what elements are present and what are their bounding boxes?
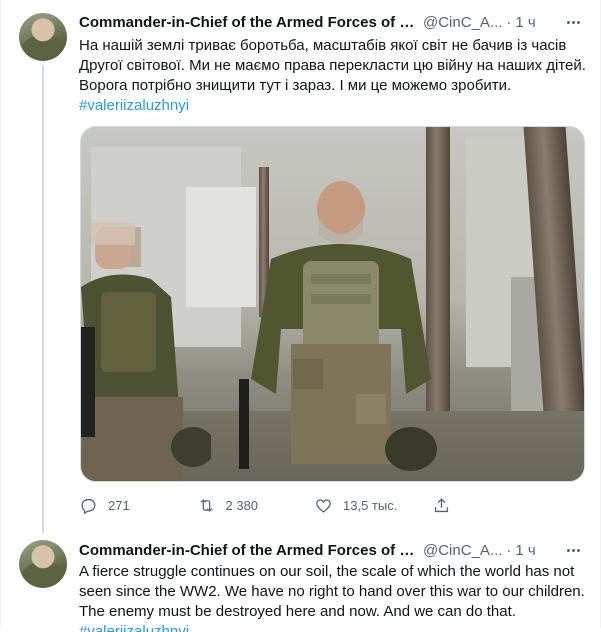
like-button[interactable]: 13,5 тыс. (314, 496, 432, 515)
avatar[interactable] (19, 13, 67, 61)
soldier-center (239, 181, 437, 471)
more-icon[interactable] (561, 10, 585, 34)
retweet-button[interactable]: 2 380 (197, 496, 315, 515)
share-icon (434, 497, 448, 512)
author-handle[interactable]: @CinC_A... (423, 542, 502, 559)
tweet[interactable]: Commander-in-Chief of the Armed Forces o… (1, 530, 601, 632)
timeline: Commander-in-Chief of the Armed Forces o… (0, 0, 601, 632)
hashtag-link[interactable]: #valeriizaluzhnyi (79, 622, 591, 632)
retweet-icon (200, 498, 212, 512)
avatar[interactable] (19, 540, 67, 588)
tweet-body: A fierce struggle continues on our soil,… (79, 563, 585, 620)
separator-dot: · (506, 13, 512, 31)
author-name[interactable]: Commander-in-Chief of the Armed Forces o… (79, 14, 419, 31)
tweet-header: Commander-in-Chief of the Armed Forces o… (79, 12, 591, 32)
reply-button[interactable]: 271 (79, 496, 197, 515)
retweet-count: 2 380 (225, 497, 259, 513)
timestamp[interactable]: 1 ч (515, 542, 535, 559)
soldier-left (81, 223, 211, 481)
tweet-header: Commander-in-Chief of the Armed Forces o… (79, 540, 591, 560)
more-icon[interactable] (561, 538, 585, 562)
like-count: 13,5 тыс. (343, 497, 398, 513)
tweet-actions: 271 2 380 13,5 тыс. (79, 492, 549, 518)
tweet-photo[interactable] (80, 126, 585, 482)
tweet[interactable]: Commander-in-Chief of the Armed Forces o… (1, 0, 601, 533)
separator-dot: · (506, 541, 512, 559)
tweet-text: На нашій землі триває боротьба, масштабі… (79, 36, 591, 116)
tweet-text: A fierce struggle continues on our soil,… (79, 562, 591, 632)
like-icon (316, 498, 331, 513)
author-handle[interactable]: @CinC_A... (423, 14, 502, 31)
reply-icon (81, 498, 96, 514)
reply-count: 271 (108, 497, 130, 513)
share-button[interactable] (432, 496, 550, 515)
tweet-body: На нашій землі триває боротьба, масштабі… (79, 37, 586, 94)
author-name[interactable]: Commander-in-Chief of the Armed Forces o… (79, 542, 419, 559)
hashtag-link[interactable]: #valeriizaluzhnyi (79, 96, 591, 116)
timestamp[interactable]: 1 ч (515, 14, 535, 31)
thread-line (42, 65, 44, 533)
